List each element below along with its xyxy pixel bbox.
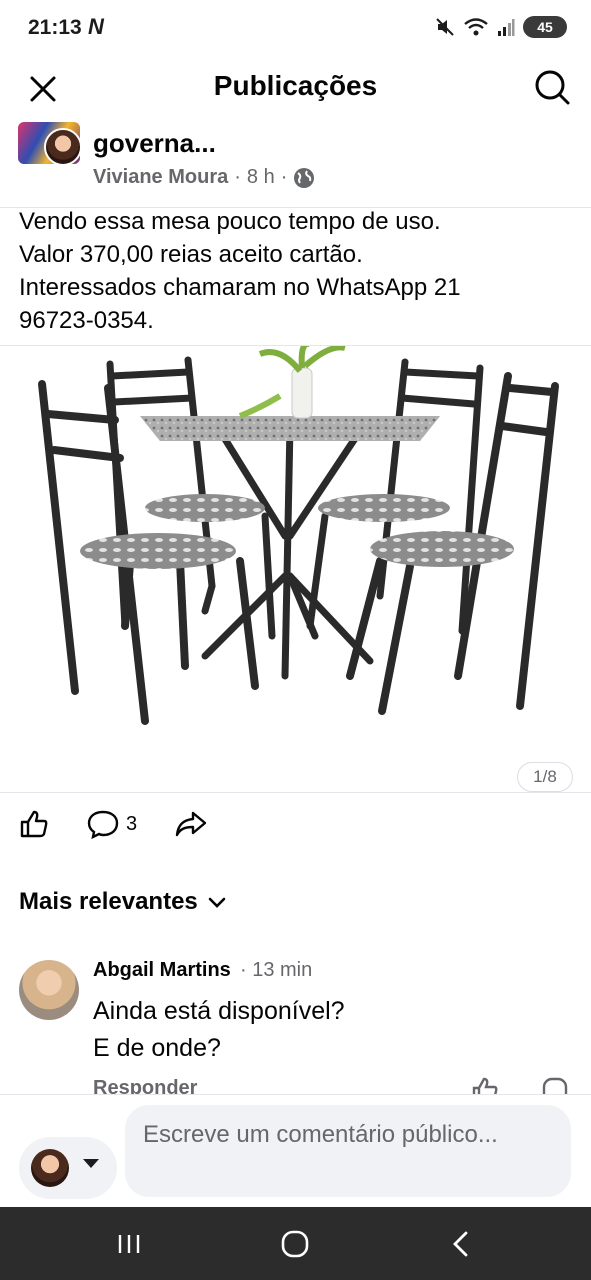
table-chairs-photo bbox=[38, 340, 559, 725]
comment-reaction-icon[interactable] bbox=[540, 1075, 570, 1095]
comment-line: E de onde? bbox=[93, 1034, 221, 1062]
post-header: governa... Viviane Moura · 8 h · bbox=[0, 118, 591, 208]
comment-author[interactable]: Abgail Martins bbox=[93, 959, 231, 982]
avatar bbox=[31, 1149, 69, 1187]
like-button[interactable] bbox=[18, 808, 50, 840]
author-avatar[interactable] bbox=[44, 128, 82, 166]
comment-item: Abgail Martins · 13 min Ainda está dispo… bbox=[0, 955, 591, 1095]
back-icon[interactable] bbox=[444, 1227, 478, 1261]
reply-button[interactable]: Responder bbox=[93, 1077, 197, 1095]
comment-line: Ainda está disponível? bbox=[93, 997, 345, 1025]
sort-label: Mais relevantes bbox=[19, 888, 198, 915]
battery-level: 45 bbox=[537, 19, 553, 35]
home-icon[interactable] bbox=[278, 1227, 312, 1261]
post-text: Vendo essa mesa pouco tempo de uso. Valo… bbox=[19, 205, 579, 337]
share-icon bbox=[175, 811, 207, 837]
battery-icon: 45 bbox=[523, 16, 567, 38]
like-icon[interactable] bbox=[470, 1075, 500, 1095]
identity-switcher[interactable] bbox=[19, 1137, 117, 1199]
meta-separator: · bbox=[280, 166, 288, 188]
mute-icon bbox=[436, 18, 454, 36]
globe-icon bbox=[294, 167, 315, 188]
status-time: 21:13 bbox=[28, 16, 82, 39]
post-text-line: Interessados chamaram no WhatsApp 21 bbox=[19, 274, 461, 301]
comment-body: Ainda está disponível? E de onde? bbox=[93, 993, 345, 1067]
post-photo[interactable]: 1/8 bbox=[0, 340, 591, 793]
commenter-avatar[interactable] bbox=[19, 960, 79, 1020]
post-author[interactable]: Viviane Moura bbox=[93, 166, 228, 189]
post-text-line: Valor 370,00 reias aceito cartão. bbox=[19, 241, 363, 268]
comment-icon bbox=[87, 810, 119, 840]
carrier-logo-icon: N bbox=[88, 14, 104, 39]
caret-down-icon bbox=[83, 1159, 99, 1168]
comment-input[interactable] bbox=[125, 1105, 571, 1197]
recent-apps-icon[interactable] bbox=[112, 1227, 146, 1261]
status-icons: 45 bbox=[435, 16, 567, 38]
chevron-down-icon bbox=[208, 897, 226, 908]
search-icon bbox=[535, 70, 570, 105]
system-navigation-bar bbox=[0, 1207, 591, 1280]
signal-icon bbox=[498, 19, 515, 36]
post-actions: 3 bbox=[0, 800, 591, 856]
search-button[interactable] bbox=[531, 66, 573, 108]
group-name[interactable]: governa... bbox=[93, 128, 216, 159]
comment-button[interactable]: 3 bbox=[86, 808, 137, 840]
top-bar: Publicações bbox=[0, 58, 591, 118]
meta-separator: · bbox=[234, 166, 241, 188]
share-button[interactable] bbox=[174, 808, 208, 840]
comment-composer bbox=[0, 1094, 591, 1208]
photo-counter: 1/8 bbox=[517, 762, 573, 792]
post-meta: Viviane Moura · 8 h · bbox=[93, 166, 315, 189]
status-bar: 21:13 N 45 bbox=[0, 0, 591, 58]
page-title: Publicações bbox=[213, 70, 378, 101]
like-icon bbox=[20, 810, 48, 838]
wifi-icon bbox=[464, 18, 488, 36]
comment-count: 3 bbox=[126, 812, 138, 835]
comment-time: · 13 min bbox=[240, 959, 313, 981]
post-text-line: Vendo essa mesa pouco tempo de uso. bbox=[19, 208, 441, 235]
comment-sort-dropdown[interactable]: Mais relevantes bbox=[19, 888, 228, 916]
post-text-line: 96723-0354. bbox=[19, 307, 154, 334]
post-time[interactable]: 8 h bbox=[247, 166, 275, 189]
